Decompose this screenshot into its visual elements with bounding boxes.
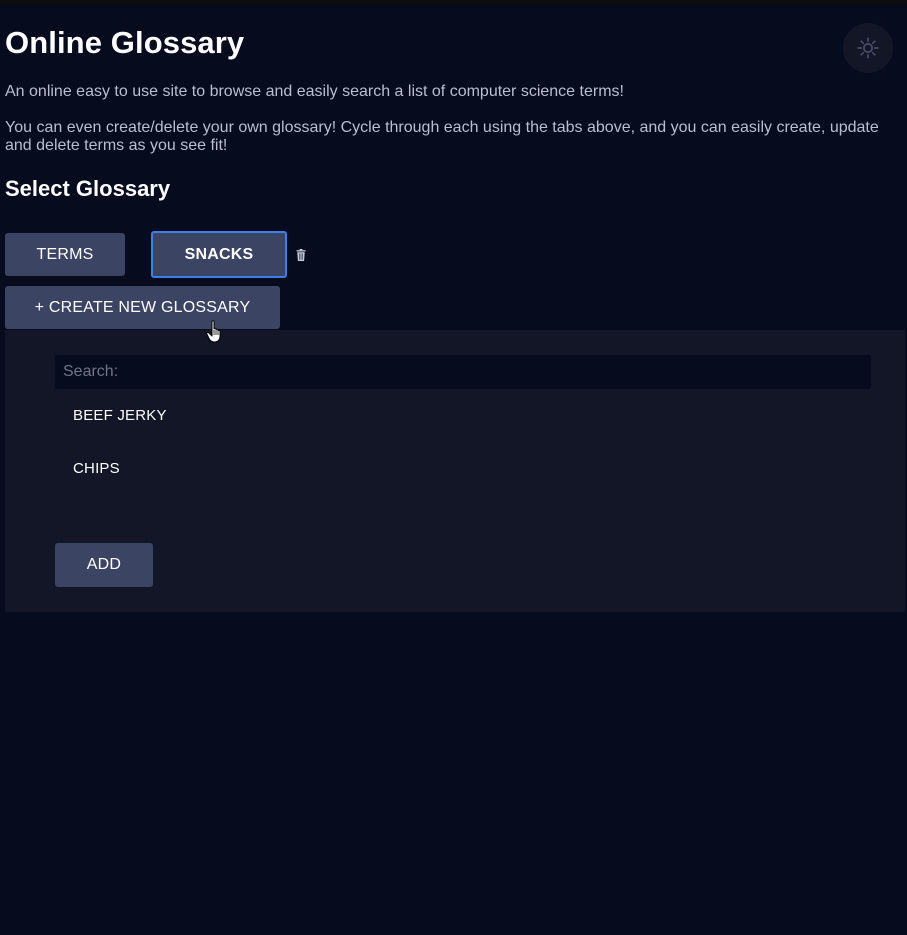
trash-icon[interactable] xyxy=(296,249,306,261)
theme-toggle-button[interactable] xyxy=(843,23,893,73)
intro-instructions: You can even create/delete your own glos… xyxy=(5,119,879,154)
tab-snacks[interactable]: SNACKS xyxy=(151,231,287,278)
term-item-beef-jerky[interactable]: BEEF JERKY xyxy=(73,407,167,424)
intro-text: An online easy to use site to browse and… xyxy=(5,83,624,100)
search-input[interactable] xyxy=(55,355,871,389)
page-title: Online Glossary xyxy=(5,25,245,60)
add-term-button[interactable]: ADD xyxy=(55,543,153,587)
tab-terms[interactable]: TERMS xyxy=(5,233,125,276)
top-strip xyxy=(0,0,907,5)
hand-pointer-cursor-icon xyxy=(206,320,221,343)
term-item-chips[interactable]: CHIPS xyxy=(73,460,120,477)
create-glossary-button[interactable]: + CREATE NEW GLOSSARY xyxy=(5,286,280,329)
select-glossary-heading: Select Glossary xyxy=(5,176,171,201)
sun-icon xyxy=(857,37,879,59)
